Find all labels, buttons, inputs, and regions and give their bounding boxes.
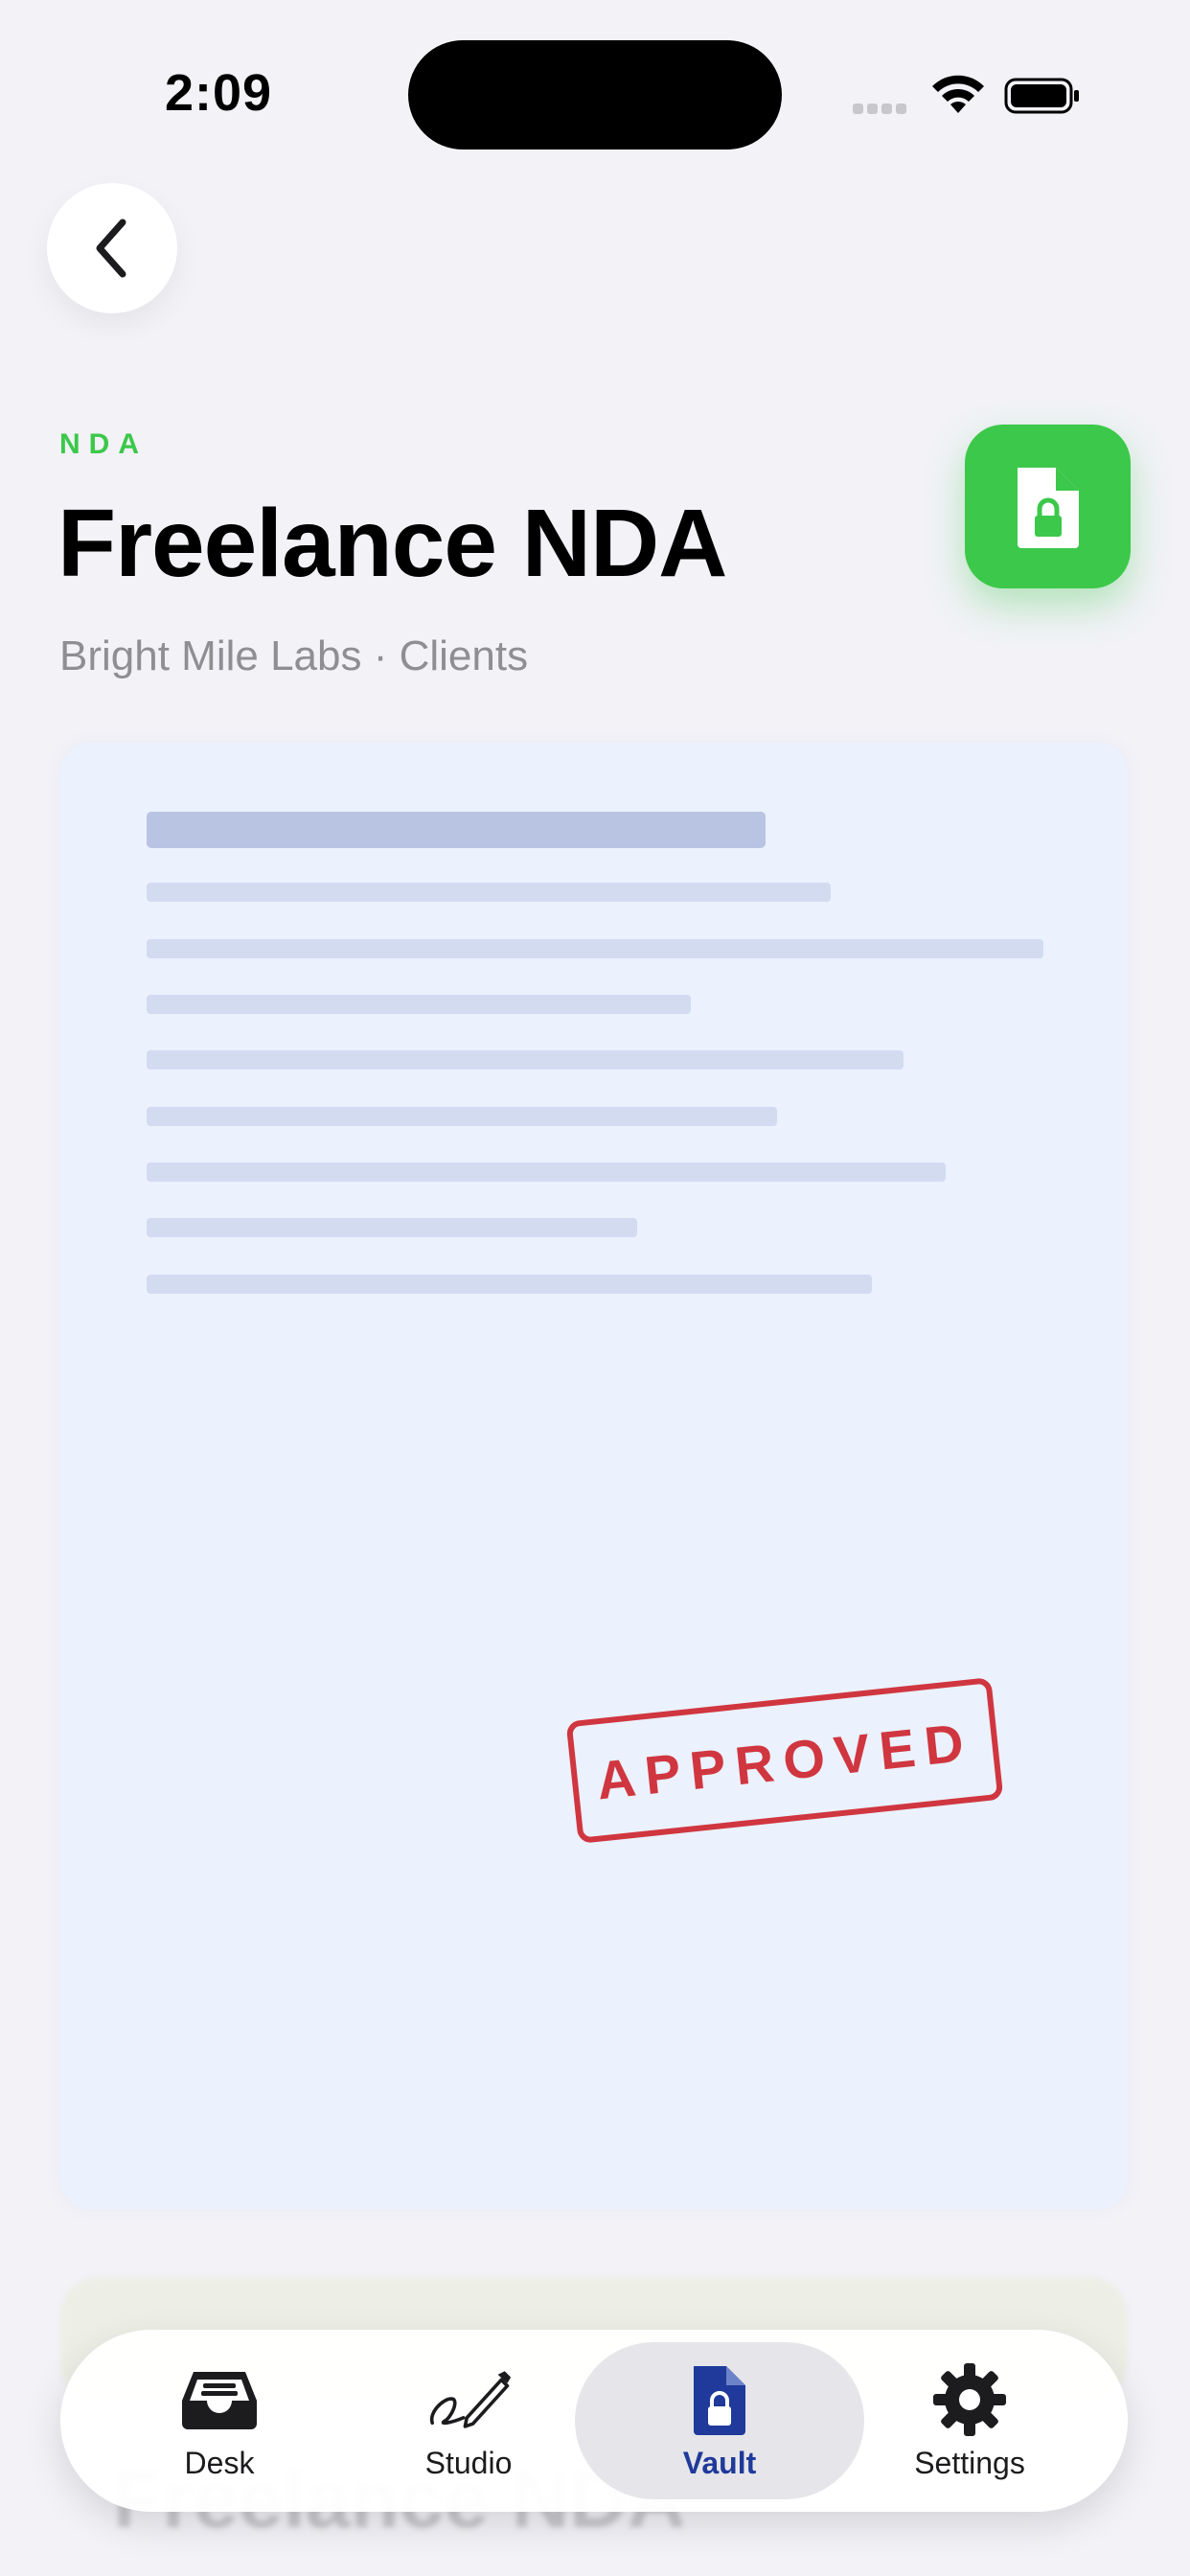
dynamic-island xyxy=(408,40,782,150)
document-category: NDA xyxy=(59,428,148,460)
back-button[interactable] xyxy=(47,183,177,313)
document-heading-line xyxy=(147,812,766,848)
cellular-signal-icon xyxy=(853,102,914,114)
locked-document-badge[interactable] xyxy=(965,425,1131,588)
document-preview[interactable] xyxy=(60,743,1128,2209)
signature-pen-icon xyxy=(425,2361,512,2438)
tab-desk[interactable]: Desk xyxy=(133,2330,306,2512)
inbox-tray-icon xyxy=(176,2361,263,2438)
tab-vault[interactable]: Vault xyxy=(633,2330,806,2512)
document-text-line xyxy=(147,1050,904,1070)
tab-studio[interactable]: Studio xyxy=(382,2330,555,2512)
tab-label: Desk xyxy=(184,2445,255,2480)
document-text-line xyxy=(147,1162,946,1182)
page-title: Freelance NDA xyxy=(57,490,727,597)
tab-label: Settings xyxy=(914,2445,1025,2480)
document-text-line xyxy=(147,1218,637,1237)
chevron-left-icon xyxy=(96,218,126,278)
gear-icon xyxy=(927,2361,1013,2438)
locked-document-icon xyxy=(1017,467,1079,548)
tab-settings[interactable]: Settings xyxy=(883,2330,1056,2512)
battery-icon xyxy=(1004,77,1081,115)
document-text-line xyxy=(147,1107,777,1126)
status-time: 2:09 xyxy=(165,64,273,122)
document-text-line xyxy=(147,1275,872,1294)
locked-document-icon xyxy=(676,2361,763,2438)
document-text-line xyxy=(147,939,1043,958)
tab-label: Studio xyxy=(424,2445,513,2480)
document-subtitle: Bright Mile Labs · Clients xyxy=(59,632,529,679)
tab-label: Vault xyxy=(682,2445,757,2480)
document-text-line xyxy=(147,995,691,1014)
document-text-line xyxy=(147,883,831,902)
wifi-icon xyxy=(929,75,987,117)
